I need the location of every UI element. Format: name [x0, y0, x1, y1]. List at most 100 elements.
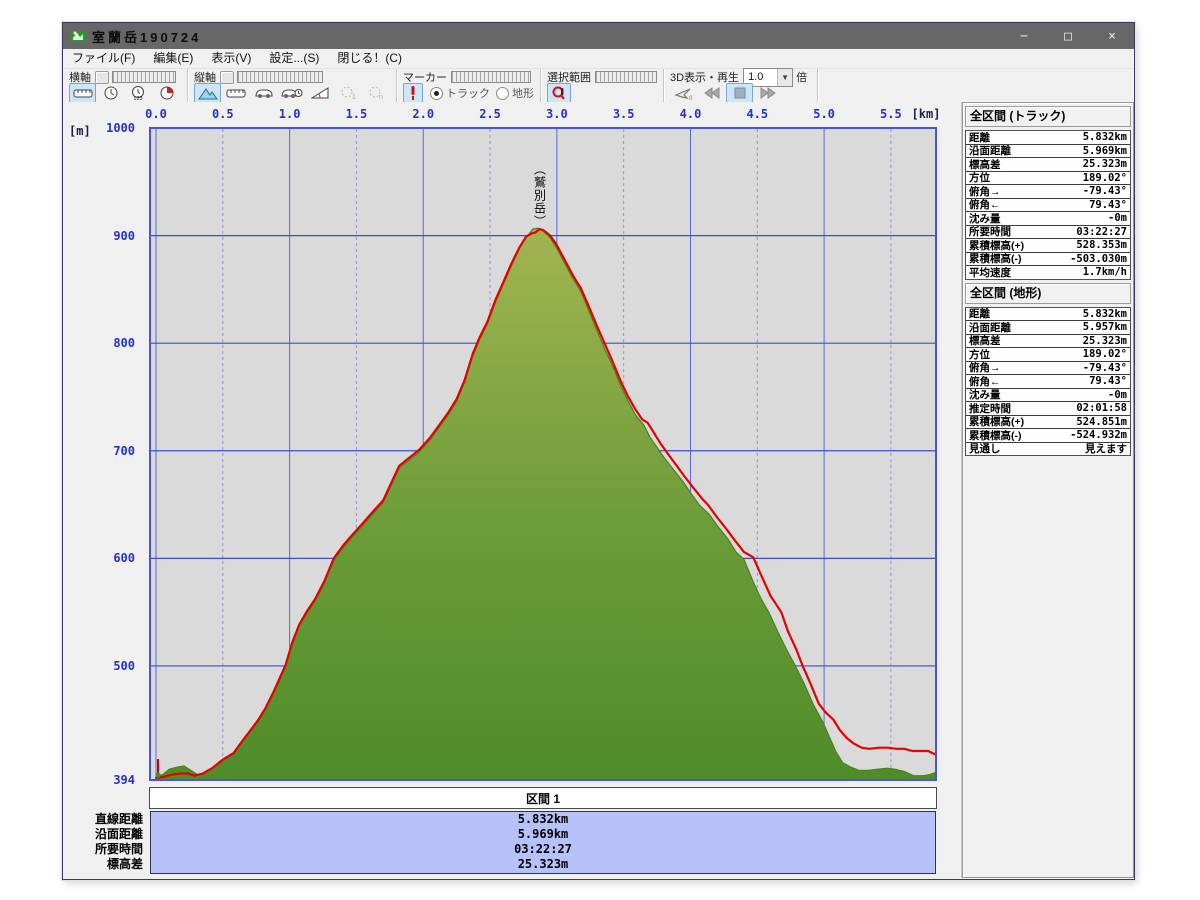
xaxis-scale-slider[interactable] [112, 71, 176, 83]
svg-text:123: 123 [133, 96, 142, 101]
y-tick-label: 500 [65, 659, 135, 673]
menu-item-0[interactable]: ファイル(F) [63, 49, 144, 68]
marker-slider[interactable] [451, 71, 531, 83]
stat-value: 528.353m [1076, 239, 1130, 251]
x-tick-label: 4.0 [673, 107, 707, 121]
section-header-bar[interactable]: 区間 1 [149, 787, 937, 809]
x-axis-labels: 0.00.51.01.52.02.53.03.54.04.55.05.5[km] [149, 107, 937, 123]
radio-track-label: トラック [446, 85, 490, 101]
app-window: 室蘭岳190724 − □ × ファイル(F)編集(E)表示(V)設定...(S… [62, 22, 1135, 880]
terrain-panel-title: 全区間 (地形) [965, 283, 1131, 304]
stat-value: -79.43° [1083, 362, 1130, 374]
toolbar-group-marker: マーカー トラック 地形 [397, 69, 541, 102]
clock-icon[interactable] [97, 83, 124, 103]
track-stat-row: 標高差25.323m [966, 158, 1130, 172]
yaxis-scale-slider[interactable] [237, 71, 323, 83]
rewind-icon[interactable] [698, 83, 725, 103]
stop-icon[interactable] [726, 83, 753, 103]
x-tick-label: 1.0 [273, 107, 307, 121]
plane-icon[interactable]: 0 [670, 83, 697, 103]
window-title: 室蘭岳190724 [92, 27, 201, 46]
x-tick-label: 5.5 [874, 107, 908, 121]
x-tick-label: 5.0 [807, 107, 841, 121]
stat-value: 5.957km [1083, 321, 1130, 333]
section-label: 標高差 [63, 857, 143, 872]
track-stat-row: 平均速度1.7km/h [966, 266, 1130, 279]
svg-text:0: 0 [689, 96, 693, 101]
selection-slider[interactable] [595, 71, 657, 83]
radio-terrain-dot [496, 87, 509, 100]
terrain-stat-row: 見通し見えます [966, 443, 1130, 456]
x-tick-label: 0.0 [139, 107, 173, 121]
stat-value: 25.323m [1083, 158, 1130, 170]
menu-item-1[interactable]: 編集(E) [144, 49, 202, 68]
ruler-icon[interactable] [222, 83, 249, 103]
elevation-profile-plot[interactable]: （鷲別岳） [149, 127, 937, 781]
yaxis-option-button[interactable] [220, 71, 234, 84]
stat-value: -0m [1108, 389, 1130, 401]
x-axis-unit: [km] [909, 107, 943, 121]
selection-pin-icon[interactable] [547, 83, 571, 103]
svg-text:1: 1 [352, 94, 356, 101]
close-button[interactable]: × [1090, 23, 1134, 49]
marker-pen-icon[interactable] [403, 83, 423, 103]
track-panel-title: 全区間 (トラック) [965, 106, 1131, 127]
stat-value: 03:22:27 [1076, 226, 1130, 238]
maximize-button[interactable]: □ [1046, 23, 1090, 49]
stat-value: 02:01:58 [1076, 402, 1130, 414]
stat-value: -0m [1108, 212, 1130, 224]
menu-item-2[interactable]: 表示(V) [202, 49, 260, 68]
ruler-icon[interactable] [69, 83, 96, 103]
toolbar-group-yaxis: 縦軸 1 n [188, 69, 397, 102]
terrain-area [156, 228, 935, 780]
terrain-stat-row: 標高差25.323m [966, 335, 1130, 349]
speed-suffix-label: 倍 [796, 69, 807, 85]
radio-track[interactable]: トラック [430, 85, 490, 101]
x-tick-label: 0.5 [206, 107, 240, 121]
radio-terrain[interactable]: 地形 [496, 85, 534, 101]
xaxis-option-button[interactable] [95, 71, 109, 84]
terrain-stats-table: 距離5.832km沿面距離5.957km標高差25.323m方位189.02°俯… [965, 307, 1131, 457]
car-clock-icon[interactable] [278, 83, 305, 103]
marker-1-icon[interactable]: 1 [334, 83, 361, 103]
toolbar-group-xaxis: 横軸 123 [63, 69, 188, 102]
stat-value: 79.43° [1089, 375, 1130, 387]
peak-annotation: （鷲別岳） [531, 163, 548, 228]
y-tick-label: 600 [65, 551, 135, 565]
svg-text:n: n [379, 94, 383, 101]
stat-label: 見通し [966, 441, 1001, 456]
marker-n-icon[interactable]: n [362, 83, 389, 103]
x-tick-label: 3.5 [607, 107, 641, 121]
x-tick-label: 2.0 [406, 107, 440, 121]
app-icon [70, 28, 86, 44]
y-tick-label: 800 [65, 336, 135, 350]
section-value: 25.323m [151, 857, 935, 872]
radio-track-dot [430, 87, 443, 100]
y-tick-label: 394 [65, 773, 135, 787]
car-icon[interactable] [250, 83, 277, 103]
menu-item-3[interactable]: 設定...(S) [260, 49, 328, 68]
radio-terrain-label: 地形 [512, 85, 534, 101]
section-label: 所要時間 [63, 842, 143, 857]
minimize-button[interactable]: − [1002, 23, 1046, 49]
section-label: 沿面距離 [63, 827, 143, 842]
stat-value: 524.851m [1076, 416, 1130, 428]
y-tick-label: 700 [65, 444, 135, 458]
menu-bar: ファイル(F)編集(E)表示(V)設定...(S)閉じる！(C) [63, 49, 1134, 69]
title-bar[interactable]: 室蘭岳190724 − □ × [63, 23, 1134, 49]
clock-123-icon[interactable]: 123 [125, 83, 152, 103]
stat-value: 25.323m [1083, 335, 1130, 347]
stat-value: 5.969km [1083, 145, 1130, 157]
mountain-icon[interactable] [194, 83, 221, 103]
toolbar-group-3d: 3D表示・再生 1.0 ▼ 倍 0 [664, 69, 818, 102]
x-tick-label: 2.5 [473, 107, 507, 121]
section-labels: 直線距離沿面距離所要時間標高差 [63, 812, 143, 872]
menu-item-4[interactable]: 閉じる！(C) [328, 49, 411, 68]
slope-icon[interactable] [306, 83, 333, 103]
content-area: 0.00.51.01.52.02.53.03.54.04.55.05.5[km]… [63, 102, 1134, 879]
clock-pie-icon[interactable] [153, 83, 180, 103]
forward-icon[interactable] [754, 83, 781, 103]
stat-value: 79.43° [1089, 199, 1130, 211]
stat-value: 5.832km [1083, 308, 1130, 320]
x-tick-label: 3.0 [540, 107, 574, 121]
